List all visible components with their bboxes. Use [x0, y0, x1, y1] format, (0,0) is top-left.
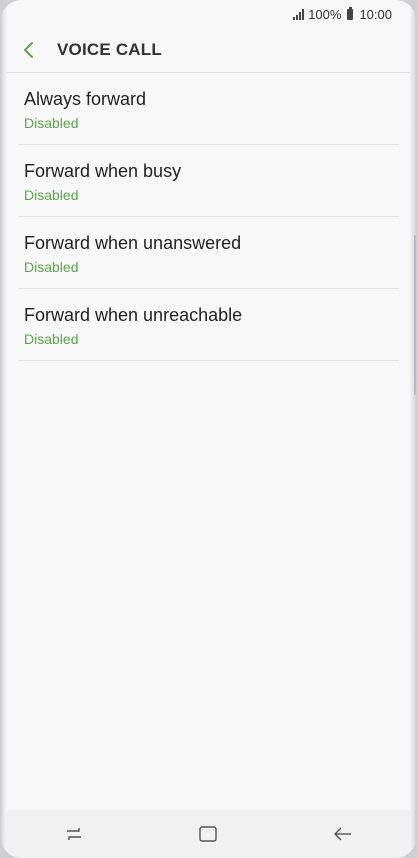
- back-nav-button[interactable]: [313, 814, 373, 854]
- recent-apps-button[interactable]: [44, 814, 104, 854]
- battery-percent: 100%: [308, 6, 342, 22]
- status-bar: 100% 10:00: [7, 0, 410, 28]
- forwarding-options-list: Always forward Disabled Forward when bus…: [7, 73, 410, 361]
- item-label: Always forward: [24, 89, 147, 109]
- back-button[interactable]: [7, 28, 51, 72]
- item-status: Disabled: [24, 331, 79, 347]
- list-item-forward-when-unanswered[interactable]: Forward when unanswered Disabled: [7, 217, 410, 289]
- list-item-always-forward[interactable]: Always forward Disabled: [7, 73, 410, 145]
- chevron-left-icon: [24, 42, 33, 58]
- navigation-bar: [7, 810, 410, 858]
- item-divider: [18, 360, 399, 361]
- page-title: VOICE CALL: [57, 40, 162, 59]
- screen: 100% 10:00 VOICE CALL Always forward Dis…: [7, 0, 410, 858]
- clock: 10:00: [359, 6, 392, 22]
- device-frame: 100% 10:00 VOICE CALL Always forward Dis…: [0, 0, 417, 858]
- item-label: Forward when busy: [24, 161, 182, 181]
- home-button[interactable]: [178, 814, 238, 854]
- list-item-forward-when-busy[interactable]: Forward when busy Disabled: [7, 145, 410, 217]
- item-status: Disabled: [24, 187, 79, 203]
- item-label: Forward when unreachable: [24, 305, 243, 325]
- battery-icon: [347, 6, 354, 20]
- item-status: Disabled: [24, 115, 79, 131]
- item-status: Disabled: [24, 259, 79, 275]
- back-arrow-icon: [333, 827, 351, 841]
- list-item-forward-when-unreachable[interactable]: Forward when unreachable Disabled: [7, 289, 410, 361]
- recent-apps-icon: [67, 828, 82, 840]
- home-icon: [199, 826, 218, 842]
- side-button: [414, 235, 416, 395]
- signal-icon: [293, 8, 305, 20]
- item-label: Forward when unanswered: [24, 233, 242, 253]
- app-header: VOICE CALL: [7, 28, 410, 72]
